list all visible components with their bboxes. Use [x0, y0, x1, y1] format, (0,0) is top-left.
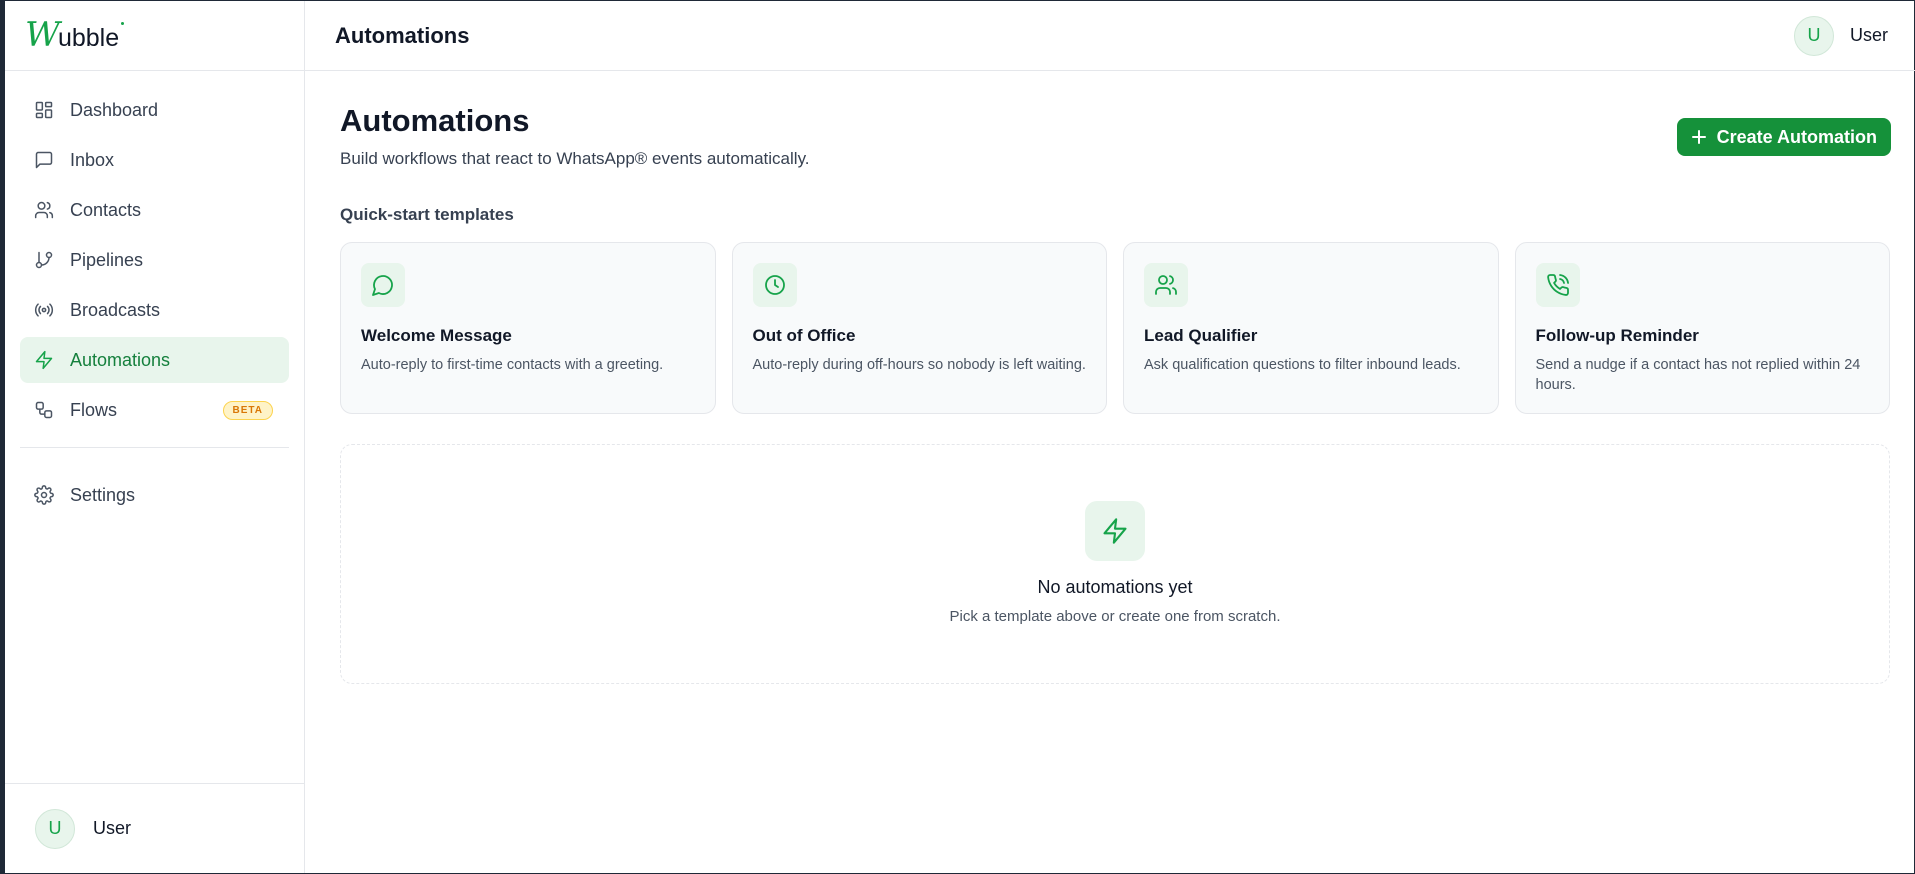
beta-badge: BETA: [222, 400, 273, 420]
create-automation-label: Create Automation: [1716, 126, 1877, 147]
page-title: Automations: [340, 103, 530, 138]
sidebar-item-label: Contacts: [70, 199, 142, 220]
empty-state-description: Pick a template above or create one from…: [949, 608, 1281, 625]
sidebar-item-label: Flows: [70, 399, 118, 420]
template-card-lead-qualifier[interactable]: Lead Qualifier Ask qualification questio…: [1123, 242, 1499, 414]
topbar-title: Automations: [335, 22, 470, 48]
sidebar-item-broadcasts[interactable]: Broadcasts: [20, 287, 289, 333]
template-title: Follow-up Reminder: [1535, 326, 1699, 345]
zap-icon: [1085, 501, 1145, 561]
template-description: Auto-reply to first-time contacts with a…: [361, 357, 664, 373]
empty-state-title: No automations yet: [1037, 577, 1193, 597]
sidebar-item-label: Inbox: [70, 149, 115, 170]
logo-dot: [121, 22, 125, 25]
sidebar-item-automations[interactable]: Automations: [20, 337, 289, 383]
template-title: Welcome Message: [361, 326, 512, 345]
sidebar-item-label: Pipelines: [70, 249, 144, 270]
template-description: Ask qualification questions to filter in…: [1144, 357, 1461, 373]
sidebar: W ubble Dashboard Inbox Contacts Pipelin…: [5, 1, 305, 873]
sidebar-item-label: Automations: [70, 349, 171, 370]
template-description: Auto-reply during off-hours so nobody is…: [752, 357, 1086, 373]
sidebar-item-settings[interactable]: Settings: [20, 472, 289, 518]
sidebar-item-flows[interactable]: Flows BETA: [20, 387, 289, 433]
sidebar-user[interactable]: U User: [5, 783, 304, 873]
sidebar-item-label: Broadcasts: [70, 299, 161, 320]
users-icon: [34, 200, 54, 220]
radio-icon: [34, 300, 54, 320]
sidebar-item-label: Settings: [70, 484, 136, 505]
sidebar-item-dashboard[interactable]: Dashboard: [20, 87, 289, 133]
dashboard-icon: [34, 100, 54, 120]
app-window: W ubble Dashboard Inbox Contacts Pipelin…: [0, 0, 1915, 874]
template-card-out-of-office[interactable]: Out of Office Auto-reply during off-hour…: [731, 242, 1107, 414]
sidebar-item-pipelines[interactable]: Pipelines: [20, 237, 289, 283]
sidebar-item-contacts[interactable]: Contacts: [20, 187, 289, 233]
logo-mark: W: [25, 15, 60, 55]
sidebar-nav: Dashboard Inbox Contacts Pipelines Broad…: [5, 71, 304, 518]
gear-icon: [34, 485, 54, 505]
create-automation-button[interactable]: Create Automation: [1676, 118, 1891, 156]
empty-state: No automations yet Pick a template above…: [340, 444, 1890, 684]
template-title: Out of Office: [752, 326, 856, 345]
zap-icon: [34, 350, 54, 370]
user-name: User: [1849, 25, 1888, 45]
topbar-user-menu[interactable]: U User: [1793, 15, 1888, 56]
user-name: User: [93, 818, 132, 838]
avatar: U: [1793, 15, 1834, 56]
template-title: Lead Qualifier: [1144, 326, 1258, 345]
template-description: Send a nudge if a contact has not replie…: [1535, 357, 1861, 393]
template-card-follow-up-reminder[interactable]: Follow-up Reminder Send a nudge if a con…: [1514, 242, 1890, 414]
logo-text: ubble: [57, 24, 120, 52]
workflow-icon: [34, 400, 54, 420]
topbar: Automations U User: [305, 1, 1915, 71]
message-circle-icon: [361, 263, 405, 307]
template-card-welcome-message[interactable]: Welcome Message Auto-reply to first-time…: [340, 242, 716, 414]
git-branch-icon: [34, 250, 54, 270]
logo-area: W ubble: [5, 1, 304, 71]
template-cards: Welcome Message Auto-reply to first-time…: [340, 242, 1890, 414]
sidebar-item-label: Dashboard: [70, 99, 159, 120]
message-square-icon: [34, 150, 54, 170]
avatar: U: [35, 808, 75, 849]
sidebar-item-inbox[interactable]: Inbox: [20, 137, 289, 183]
clock-icon: [752, 263, 797, 307]
templates-heading: Quick-start templates: [340, 205, 514, 224]
wubble-logo[interactable]: W ubble: [25, 15, 125, 55]
page-subtitle: Build workflows that react to WhatsApp® …: [340, 149, 810, 168]
nav-divider: [20, 447, 289, 448]
phone-call-icon: [1535, 263, 1580, 307]
plus-icon: [1691, 129, 1707, 145]
users-icon: [1144, 263, 1188, 307]
